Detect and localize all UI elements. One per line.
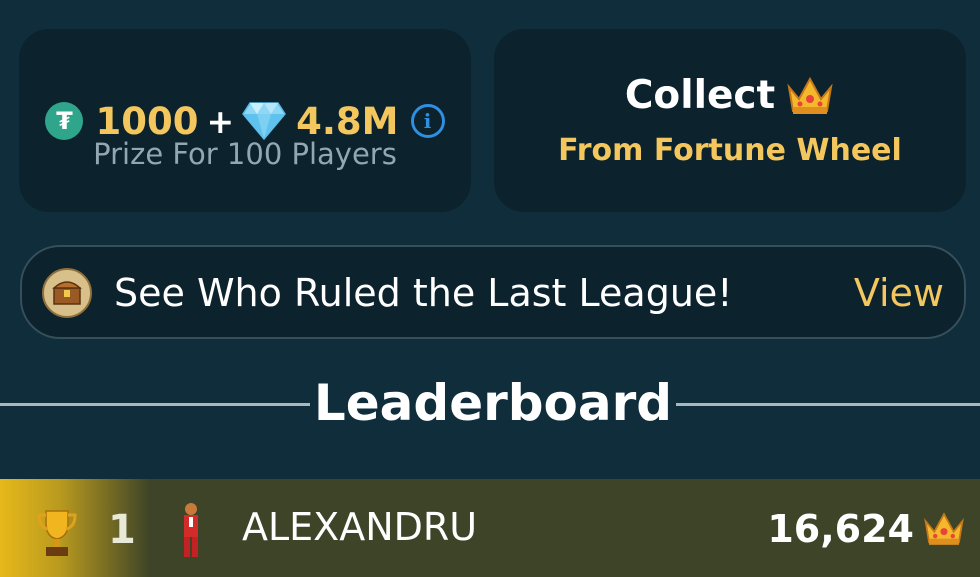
collect-title-row: Collect: [494, 73, 966, 118]
trophy-icon: [37, 510, 77, 556]
last-league-banner[interactable]: See Who Ruled the Last League! View: [20, 245, 966, 339]
prize-amounts: ₮ 1000 + 4.8M i: [19, 101, 471, 141]
view-button[interactable]: View: [854, 271, 944, 315]
rank-number: 1: [108, 507, 136, 553]
plus-sign: +: [206, 101, 235, 141]
divider-right: [676, 403, 980, 406]
collect-subtitle: From Fortune Wheel: [558, 133, 902, 168]
leaderboard-header: Leaderboard: [0, 372, 980, 436]
score-group: 16,624: [767, 507, 966, 551]
prize-card: ₮ 1000 + 4.8M i Prize For 100 Players: [19, 29, 471, 212]
tether-icon: ₮: [45, 102, 84, 140]
divider-left: [0, 403, 310, 406]
collect-title: Collect: [624, 73, 776, 118]
diamond-amount: 4.8M: [296, 99, 399, 143]
player-name: ALEXANDRU: [242, 505, 478, 549]
prize-subtitle: Prize For 100 Players: [93, 137, 397, 171]
app-screen: ₮ 1000 + 4.8M i Prize For 100 Players Co…: [0, 0, 980, 577]
player-score: 16,624: [767, 507, 914, 551]
diamond-icon: [242, 102, 287, 141]
avatar: [184, 503, 198, 557]
leaderboard-row[interactable]: 1 ALEXANDRU 16,624: [0, 479, 980, 577]
info-icon[interactable]: i: [410, 104, 445, 138]
leaderboard-title: Leaderboard: [313, 374, 673, 432]
crown-icon: [787, 76, 833, 114]
collect-card[interactable]: Collect From Fortune Wheel: [494, 29, 966, 212]
last-league-text: See Who Ruled the Last League!: [114, 271, 733, 315]
tether-amount: 1000: [95, 99, 199, 143]
crown-icon: [924, 512, 964, 545]
treasure-chest-icon: [42, 268, 92, 318]
